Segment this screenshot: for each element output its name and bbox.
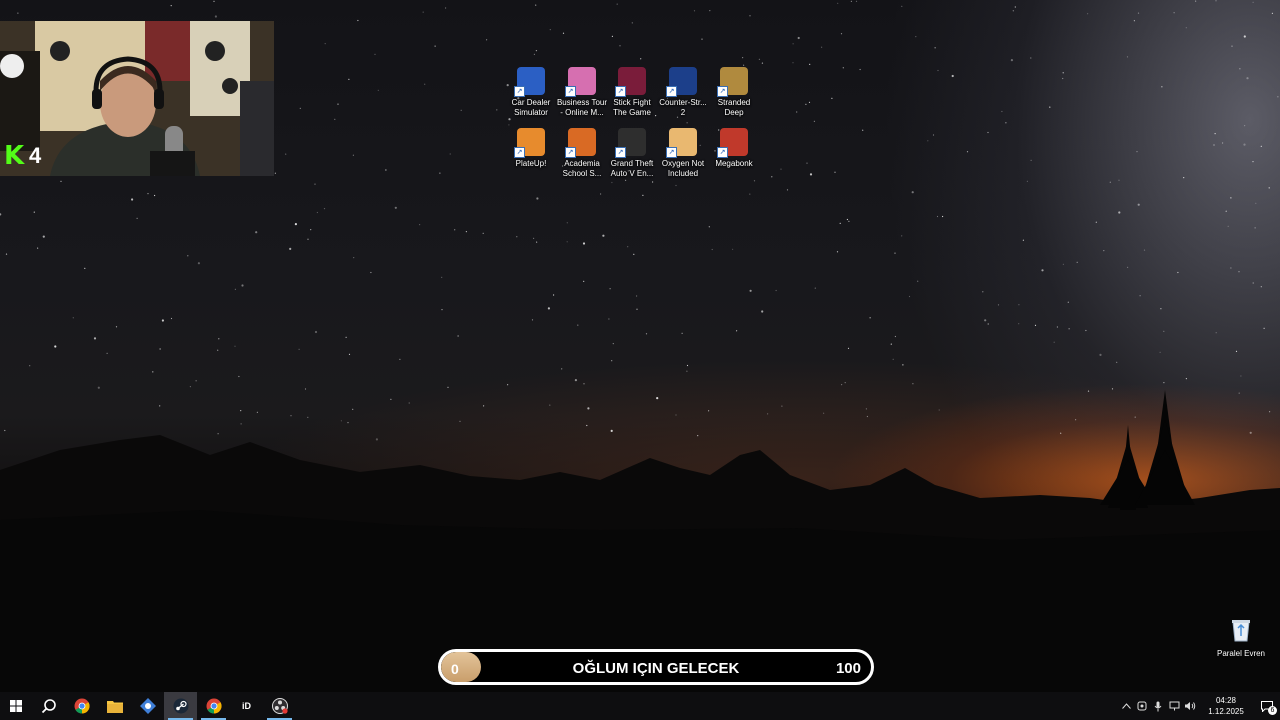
- desktop-shortcut-label: Oxygen Not Included: [661, 159, 705, 178]
- shortcut-arrow-icon: ↗: [666, 86, 677, 97]
- shortcut-arrow-icon: ↗: [565, 86, 576, 97]
- stranded-deep-icon: ↗: [717, 67, 748, 97]
- goal-progress-bar: 0 OĞLUM IÇIN GELECEK 100: [438, 649, 874, 685]
- shortcut-arrow-icon: ↗: [615, 147, 626, 158]
- shortcut-arrow-icon: ↗: [666, 147, 677, 158]
- progress-title: OĞLUM IÇIN GELECEK: [572, 660, 740, 677]
- chrome-icon: [206, 698, 222, 714]
- desktop-shortcut[interactable]: ↗ Oxygen Not Included: [657, 128, 709, 179]
- desktop-shortcut[interactable]: ↗ Business Tour - Online M...: [556, 67, 608, 118]
- system-tray: 04:28 1.12.2025 6: [1118, 692, 1280, 720]
- webcam-overlay: K 4: [0, 21, 274, 176]
- oxygen-not-included-icon: ↗: [666, 128, 697, 158]
- viewer-count: 4: [29, 143, 42, 168]
- chrome-button[interactable]: [65, 692, 98, 720]
- megabonk-icon: ↗: [717, 128, 748, 158]
- academia-icon: ↗: [565, 128, 596, 158]
- gta-v-icon: ↗: [615, 128, 646, 158]
- plateup-icon: ↗: [514, 128, 545, 158]
- id-app-button[interactable]: iD: [230, 692, 263, 720]
- mountain-silhouette: [0, 390, 1280, 692]
- desktop-shortcut[interactable]: ↗ Car Dealer Simulator: [505, 67, 557, 118]
- stick-fight-icon: ↗: [615, 67, 646, 97]
- notification-center-button[interactable]: 6: [1254, 692, 1280, 720]
- desktop-shortcut-label: PlateUp!: [515, 159, 547, 168]
- gear-app-icon: [139, 698, 156, 714]
- desktop-shortcut[interactable]: ↗ Stranded Deep: [708, 67, 760, 118]
- kick-logo-icon: K: [4, 141, 25, 171]
- taskbar-clock[interactable]: 04:28 1.12.2025: [1204, 695, 1248, 717]
- chrome-profile-button[interactable]: [197, 692, 230, 720]
- shortcut-arrow-icon: ↗: [717, 147, 728, 158]
- desktop-shortcut-label: Business Tour - Online M...: [556, 98, 608, 117]
- desktop-shortcut-label: Stick Fight The Game: [613, 98, 651, 117]
- recycle-bin-label: Paralel Evren: [1216, 649, 1266, 658]
- clock-time: 04:28: [1215, 696, 1237, 705]
- progress-end-value: 100: [835, 660, 861, 677]
- recycle-bin-icon: [1232, 620, 1250, 642]
- clock-date: 1.12.2025: [1208, 707, 1244, 716]
- steam-icon: [173, 698, 188, 714]
- chrome-icon: [74, 698, 90, 714]
- desktop-shortcut-label: Car Dealer Simulator: [511, 98, 551, 117]
- steam-button[interactable]: [164, 692, 197, 720]
- search-button[interactable]: [32, 692, 65, 720]
- recycle-bin[interactable]: Paralel Evren: [1216, 618, 1266, 658]
- desktop-shortcut[interactable]: ↗ Grand Theft Auto V En...: [606, 128, 658, 179]
- desktop-shortcut-label: Megabonk: [715, 159, 753, 168]
- windows-icon: [10, 700, 22, 712]
- obs-button[interactable]: [263, 692, 296, 720]
- counter-strike-icon: ↗: [666, 67, 697, 97]
- shortcut-arrow-icon: ↗: [514, 147, 525, 158]
- camera-app-icon[interactable]: [1134, 692, 1150, 720]
- chevron-up-icon[interactable]: [1118, 692, 1134, 720]
- desktop-shortcut[interactable]: ↗ Stick Fight The Game: [606, 67, 658, 118]
- shortcut-arrow-icon: ↗: [514, 86, 525, 97]
- shortcut-arrow-icon: ↗: [565, 147, 576, 158]
- car-dealer-icon: ↗: [514, 67, 545, 97]
- obs-icon: [271, 698, 288, 714]
- microphone-icon[interactable]: [1150, 692, 1166, 720]
- desktop-shortcut-label: Counter-Str... 2: [659, 98, 707, 117]
- desktop-shortcut-label: Stranded Deep: [717, 98, 751, 117]
- desktop-shortcut[interactable]: ↗ Megabonk: [708, 128, 760, 169]
- viewer-count-badge: K 4: [4, 141, 42, 171]
- folder-icon: [106, 701, 123, 713]
- desktop-shortcut-label: Grand Theft Auto V En...: [610, 159, 654, 178]
- shortcut-arrow-icon: ↗: [615, 86, 626, 97]
- search-icon: [41, 699, 56, 714]
- notification-count-badge: 6: [1268, 706, 1277, 715]
- network-icon[interactable]: [1166, 692, 1182, 720]
- volume-icon[interactable]: [1182, 692, 1198, 720]
- start-button[interactable]: [0, 692, 32, 720]
- id-icon: iD: [242, 701, 251, 711]
- business-tour-icon: ↗: [565, 67, 596, 97]
- desktop-shortcut-label: Academia School S...: [562, 159, 602, 178]
- desktop-shortcut[interactable]: ↗ Academia School S...: [556, 128, 608, 179]
- desktop-shortcut[interactable]: ↗ Counter-Str... 2: [657, 67, 709, 118]
- file-explorer-button[interactable]: [98, 692, 131, 720]
- taskbar: iD 04:28 1.12.2025 6: [0, 692, 1280, 720]
- shortcut-arrow-icon: ↗: [717, 86, 728, 97]
- desktop-shortcut[interactable]: ↗ PlateUp!: [505, 128, 557, 169]
- app-button[interactable]: [131, 692, 164, 720]
